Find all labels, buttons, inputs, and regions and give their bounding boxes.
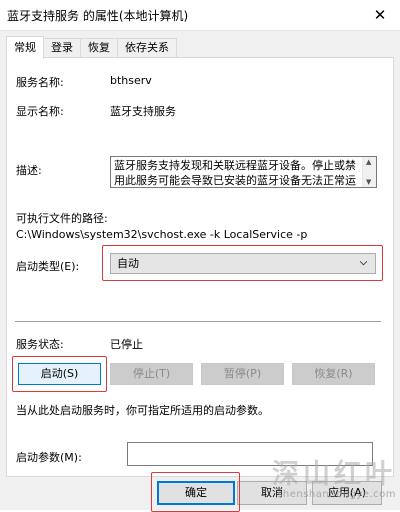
resume-button[interactable]: 恢复(R) — [292, 363, 375, 385]
scroll-down-icon[interactable]: ▼ — [366, 178, 371, 186]
title-bar: 蓝牙支持服务 的属性(本地计算机) ✕ — [0, 0, 400, 30]
startup-type-value: 自动 — [117, 257, 139, 270]
apply-button[interactable]: 应用(A) — [312, 481, 382, 505]
stop-button[interactable]: 停止(T) — [110, 363, 193, 385]
scroll-up-icon[interactable]: ▲ — [366, 158, 371, 166]
display-name-value: 蓝牙支持服务 — [110, 105, 176, 118]
display-name-label: 显示名称: — [16, 105, 64, 118]
startup-params-input[interactable] — [127, 442, 373, 466]
tab-strip: 常规 登录 恢复 依存关系 — [6, 36, 177, 59]
window-title: 蓝牙支持服务 的属性(本地计算机) — [7, 9, 189, 23]
ok-button[interactable]: 确定 — [157, 481, 235, 505]
service-status-value: 已停止 — [110, 338, 143, 351]
pause-button[interactable]: 暂停(P) — [201, 363, 284, 385]
description-text: 蓝牙服务支持发现和关联远程蓝牙设备。停止或禁用此服务可能会导致已安装的蓝牙设备无… — [114, 159, 356, 187]
exe-path-value: C:\Windows\system32\svchost.exe -k Local… — [16, 228, 308, 241]
exe-path-label: 可执行文件的路径: — [16, 212, 108, 225]
startup-params-hint: 当从此处启动服务时，你可指定所适用的启动参数。 — [16, 404, 269, 417]
tab-logon[interactable]: 登录 — [43, 38, 81, 58]
chevron-down-icon — [360, 261, 367, 266]
start-button[interactable]: 启动(S) — [18, 363, 101, 385]
description-box[interactable]: 蓝牙服务支持发现和关联远程蓝牙设备。停止或禁用此服务可能会导致已安装的蓝牙设备无… — [110, 156, 377, 188]
cancel-button[interactable]: 取消 — [237, 481, 307, 505]
description-scrollbar[interactable]: ▲ ▼ — [362, 157, 376, 187]
startup-type-label: 启动类型(E): — [16, 260, 80, 273]
startup-params-label: 启动参数(M): — [16, 451, 82, 464]
startup-type-select[interactable]: 自动 — [110, 253, 376, 274]
tab-general[interactable]: 常规 — [6, 36, 44, 59]
separator — [15, 321, 381, 322]
dialog-client: 常规 登录 恢复 依存关系 服务名称: bthserv 显示名称: 蓝牙支持服务… — [0, 30, 400, 512]
service-status-label: 服务状态: — [16, 338, 64, 351]
tab-recovery[interactable]: 恢复 — [80, 38, 118, 58]
service-name-value: bthserv — [110, 74, 152, 87]
general-panel: 服务名称: bthserv 显示名称: 蓝牙支持服务 描述: 蓝牙服务支持发现和… — [6, 57, 394, 477]
service-name-label: 服务名称: — [16, 76, 64, 89]
description-label: 描述: — [16, 164, 42, 177]
close-icon[interactable]: ✕ — [360, 0, 400, 30]
tab-dependencies[interactable]: 依存关系 — [117, 38, 177, 58]
